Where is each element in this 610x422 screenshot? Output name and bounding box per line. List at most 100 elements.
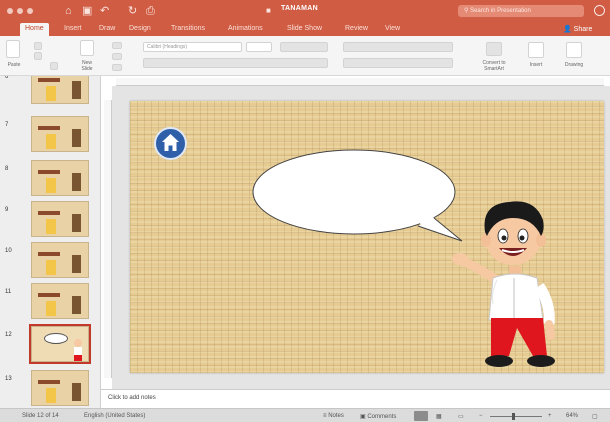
vertical-ruler	[104, 100, 112, 378]
cartoon-boy-illustration	[452, 201, 555, 367]
print-icon[interactable]: ⎙	[146, 4, 155, 18]
minimize-window-button[interactable]	[17, 8, 23, 14]
thumbnail-speech-bubble	[44, 333, 68, 344]
font-size-buttons[interactable]	[280, 42, 328, 52]
insert-label: Insert	[529, 62, 543, 68]
home-action-button[interactable]	[154, 127, 187, 160]
thumbnail-shape	[46, 301, 56, 316]
cut-button[interactable]	[34, 42, 42, 50]
slide-number: 6	[5, 76, 9, 80]
paragraph-list-buttons[interactable]	[343, 42, 453, 52]
tab-insert[interactable]: Insert	[64, 25, 82, 32]
slide-thumbnail[interactable]	[31, 283, 89, 319]
copy-button[interactable]	[34, 52, 42, 60]
undo-icon[interactable]: ↶	[100, 4, 109, 18]
slide-thumbnail[interactable]	[31, 76, 89, 104]
font-size-select[interactable]	[246, 42, 272, 52]
slide-thumbnail[interactable]	[31, 116, 89, 152]
thumbnail-picture	[72, 383, 81, 401]
fit-to-window-icon[interactable]: ▢	[592, 413, 598, 420]
tab-home[interactable]: Home	[20, 23, 49, 36]
reading-view-icon[interactable]: ▭	[458, 413, 464, 420]
tab-transitions[interactable]: Transitions	[171, 25, 205, 32]
comments-toggle-button[interactable]: ▣ Comments	[360, 413, 396, 420]
zoom-slider-track[interactable]	[490, 416, 542, 417]
slide-thumbnail[interactable]	[31, 201, 89, 237]
zoom-in-button[interactable]: +	[548, 413, 552, 419]
reset-button[interactable]	[112, 53, 122, 60]
thumbnail-boy-shirt	[74, 347, 82, 355]
thumbnail-picture	[72, 173, 81, 191]
language-indicator[interactable]: English (United States)	[84, 413, 145, 419]
house-icon	[162, 134, 179, 151]
tab-review[interactable]: Review	[345, 25, 368, 32]
comments-toggle-label: Comments	[367, 414, 397, 420]
thumbnail-title-bar	[38, 211, 60, 215]
ribbon-tab-bar: Home Insert Draw Design Transitions Anim…	[0, 22, 610, 36]
zoom-out-button[interactable]: −	[479, 413, 483, 419]
title-bar: ⌂ ▣ ↶ ↻ ⎙ ■ TANAMAN ⚲ Search in Presenta…	[0, 0, 610, 22]
paste-button[interactable]	[6, 40, 20, 58]
drawing-button[interactable]	[566, 42, 582, 58]
close-window-button[interactable]	[7, 8, 13, 14]
slide-counter: Slide 12 of 14	[22, 413, 59, 419]
slide-thumbnail[interactable]	[31, 242, 89, 278]
new-slide-label: New Slide	[81, 60, 93, 72]
drawing-label: Drawing	[564, 62, 584, 68]
layout-button[interactable]	[112, 42, 122, 49]
thumbnail-shape	[46, 260, 56, 275]
thumbnail-title-bar	[38, 126, 60, 130]
home-icon[interactable]: ⌂	[65, 4, 72, 18]
speech-bubble[interactable]	[250, 146, 468, 246]
thumbnail-shape	[46, 178, 56, 193]
thumbnail-shape	[46, 134, 56, 149]
tab-slide-show[interactable]: Slide Show	[287, 25, 322, 32]
status-bar: Slide 12 of 14 English (United States) ≡…	[0, 408, 610, 422]
insert-button[interactable]	[528, 42, 544, 58]
format-painter-button[interactable]	[50, 62, 58, 70]
thumbnail-shape	[46, 219, 56, 234]
share-button[interactable]: 👤 Share	[563, 25, 592, 33]
slide-sorter-view-icon[interactable]: ▦	[436, 413, 442, 420]
slide-number: 11	[5, 289, 12, 295]
tab-view[interactable]: View	[385, 25, 400, 32]
search-input[interactable]: ⚲ Search in Presentation	[458, 5, 584, 17]
tab-animations[interactable]: Animations	[228, 25, 263, 32]
zoom-window-button[interactable]	[27, 8, 33, 14]
notes-toggle-button[interactable]: ≡ Notes	[323, 413, 344, 419]
tab-design[interactable]: Design	[129, 25, 151, 32]
tab-draw[interactable]: Draw	[99, 25, 115, 32]
font-formatting-buttons[interactable]	[143, 58, 328, 68]
slide-thumbnail[interactable]	[31, 160, 89, 196]
zoom-percentage[interactable]: 64%	[566, 413, 578, 419]
thumbnail-title-bar	[38, 170, 60, 174]
slide-thumbnail-panel[interactable]: 6 7 8 9 10 11 12 13	[0, 76, 101, 408]
section-button[interactable]	[112, 64, 122, 71]
thumbnail-boy-head	[74, 339, 82, 347]
zoom-slider-thumb[interactable]	[512, 413, 515, 420]
thumbnail-picture	[72, 129, 81, 147]
font-name-select[interactable]: Calibri (Headings)	[143, 42, 242, 52]
feedback-smiley-icon[interactable]	[594, 5, 605, 16]
new-slide-button[interactable]	[80, 40, 94, 56]
slide-thumbnail[interactable]	[31, 370, 89, 406]
notes-icon: ≡	[323, 413, 327, 419]
thumbnail-title-bar	[38, 252, 60, 256]
thumbnail-shape	[46, 86, 56, 101]
search-placeholder: Search in Presentation	[470, 8, 531, 14]
share-icon: 👤	[563, 26, 572, 33]
slide-number: 10	[5, 248, 12, 254]
thumbnail-picture	[72, 81, 81, 99]
paragraph-align-buttons[interactable]	[343, 58, 453, 68]
save-icon[interactable]: ▣	[82, 4, 92, 18]
horizontal-ruler	[116, 78, 604, 86]
redo-icon[interactable]: ↻	[128, 4, 137, 18]
normal-view-button[interactable]	[414, 411, 428, 421]
notes-placeholder: Click to add notes	[108, 395, 156, 401]
search-icon: ⚲	[464, 8, 469, 14]
notes-pane[interactable]: Click to add notes	[101, 389, 610, 408]
slide-thumbnail[interactable]	[29, 324, 91, 364]
ribbon: Paste New Slide Calibri (Headings) Conve…	[0, 36, 610, 76]
thumbnail-picture	[72, 255, 81, 273]
convert-smartart-button[interactable]	[486, 42, 502, 56]
